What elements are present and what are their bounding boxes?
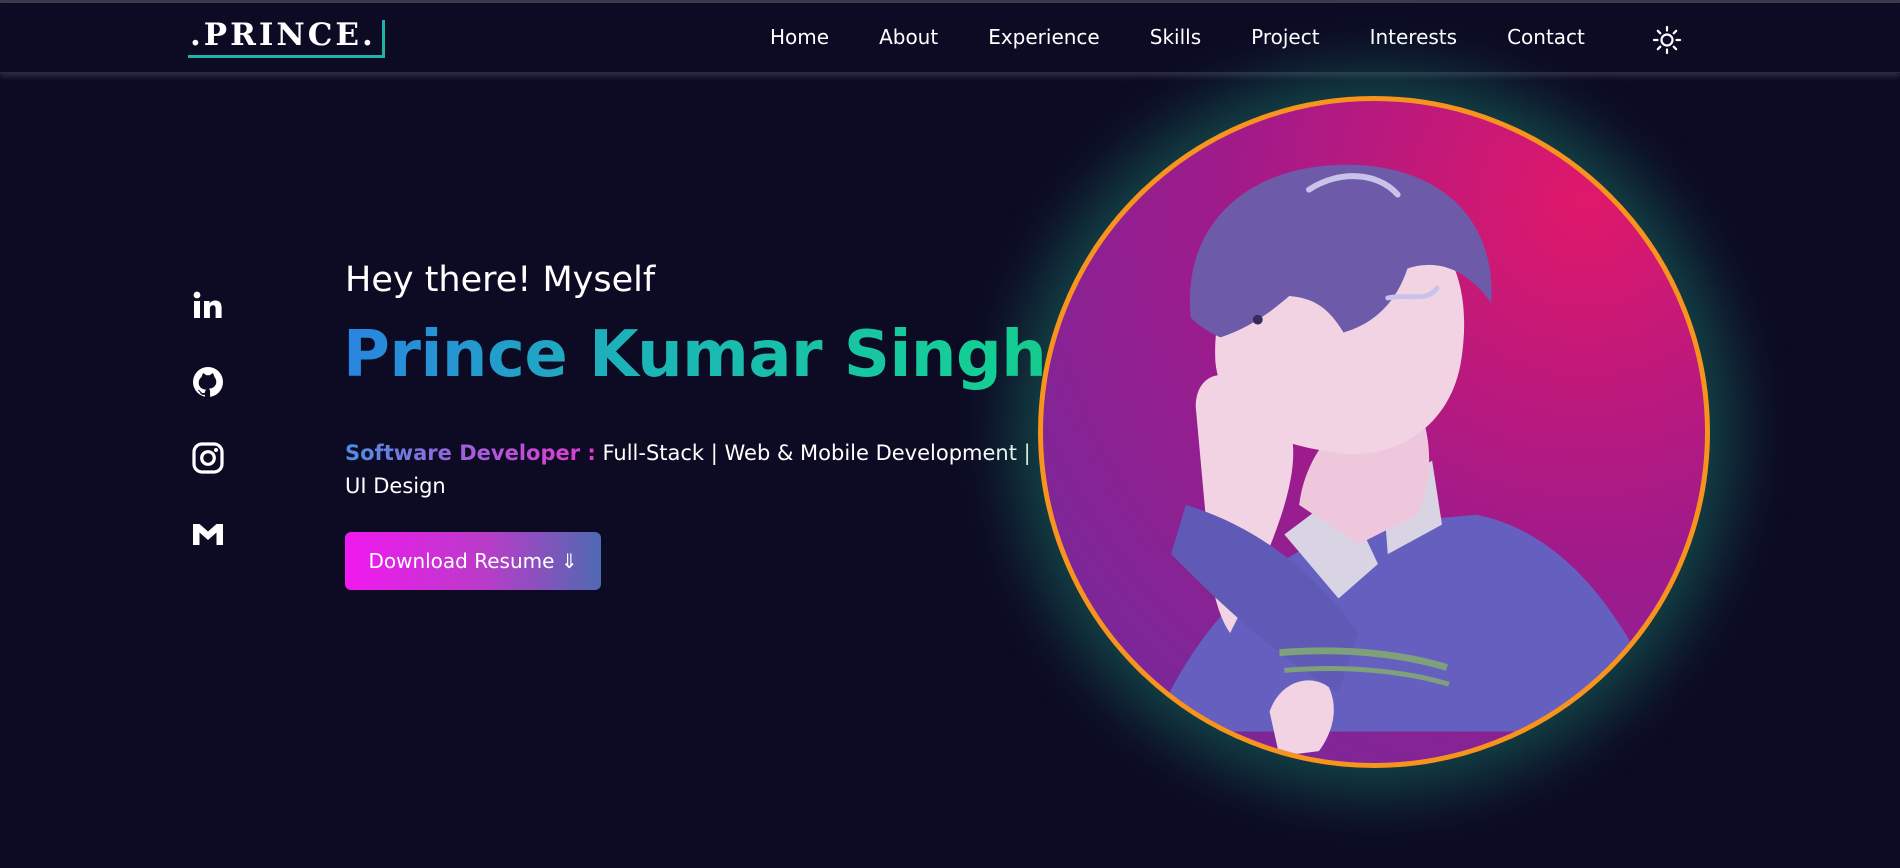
hero-name: Prince Kumar Singh. (343, 318, 1071, 392)
instagram-icon (192, 442, 224, 474)
main-nav: Home About Experience Skills Project Int… (770, 25, 1635, 49)
avatar-illustration (1151, 164, 1674, 757)
github-icon (193, 367, 223, 397)
download-resume-button[interactable]: Download Resume ⇓ (345, 532, 601, 590)
linkedin-icon (193, 291, 222, 318)
gmail-icon (193, 524, 223, 545)
theme-toggle-button[interactable] (1652, 25, 1682, 55)
site-logo[interactable]: .PRINCE. (188, 20, 385, 58)
nav-contact[interactable]: Contact (1507, 25, 1585, 49)
hero-tagline: Software Developer : Full-Stack | Web & … (345, 437, 1045, 503)
instagram-link[interactable] (190, 440, 230, 480)
github-link[interactable] (190, 364, 230, 404)
nav-skills[interactable]: Skills (1150, 25, 1201, 49)
nav-about[interactable]: About (879, 25, 938, 49)
nav-experience[interactable]: Experience (988, 25, 1100, 49)
linkedin-link[interactable] (190, 288, 230, 328)
nav-project[interactable]: Project (1251, 25, 1319, 49)
nav-interests[interactable]: Interests (1370, 25, 1458, 49)
sun-icon (1652, 25, 1682, 55)
nav-home[interactable]: Home (770, 25, 829, 49)
profile-avatar (1038, 96, 1710, 768)
gmail-link[interactable] (190, 516, 230, 556)
hero-greeting: Hey there! Myself (345, 260, 656, 300)
social-links (190, 288, 230, 592)
navbar: .PRINCE. Home About Experience Skills Pr… (0, 3, 1900, 73)
hero-role: Software Developer : (345, 441, 596, 465)
